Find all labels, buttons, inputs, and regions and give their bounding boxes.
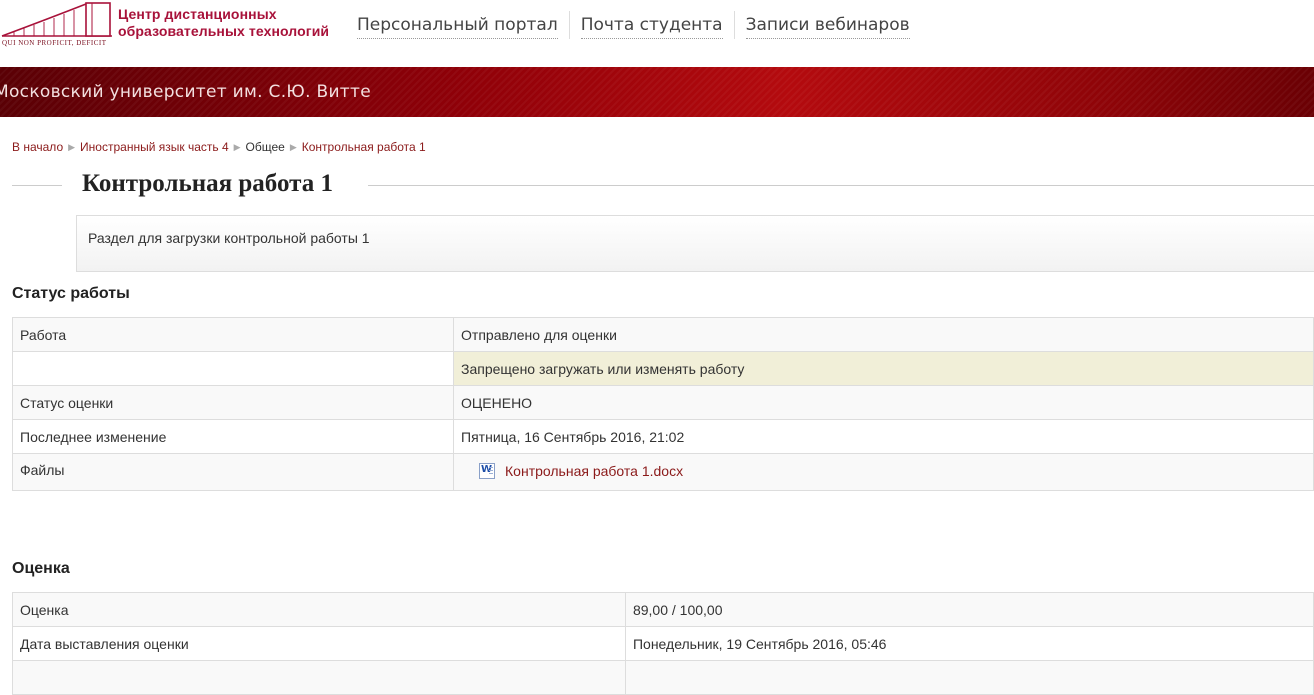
table-row: Оценка 89,00 / 100,00 (12, 592, 1314, 627)
table-row: Статус оценки ОЦЕНЕНО (11, 385, 1314, 420)
status-value-locked: Запрещено загружать или изменять работу (453, 351, 1314, 386)
breadcrumb: В начало ▶ Иностранный язык часть 4 ▶ Об… (12, 140, 426, 154)
table-row: Последнее изменение Пятница, 16 Сентябрь… (11, 419, 1314, 454)
grade-value-graded-on: Понедельник, 19 Сентябрь 2016, 05:46 (624, 626, 1314, 661)
university-name[interactable]: Московский университет им. С.Ю. Витте (0, 82, 371, 102)
heading-divider-right (368, 185, 1314, 186)
logo-title-line-1: Центр дистанционных (118, 6, 277, 22)
breadcrumb-separator-icon: ▶ (289, 141, 297, 152)
logo-title-line-2: образовательных технологий (118, 23, 330, 39)
table-row: Дата выставления оценки Понедельник, 19 … (12, 626, 1314, 661)
page-title: Контрольная работа 1 (82, 170, 333, 197)
grade-label-extra (12, 660, 626, 695)
status-label-submission: Работа (11, 317, 455, 352)
table-row: Запрещено загружать или изменять работу (11, 351, 1314, 386)
university-banner: Московский университет им. С.Ю. Витте (0, 67, 1314, 117)
grade-value-score: 89,00 / 100,00 (624, 592, 1314, 627)
status-label-grading: Статус оценки (11, 385, 455, 420)
breadcrumb-section: Общее (245, 140, 285, 154)
status-value-last-modified: Пятница, 16 Сентябрь 2016, 21:02 (453, 419, 1314, 454)
nav-personal-portal[interactable]: Персональный портал (346, 11, 570, 39)
nav-student-mail[interactable]: Почта студента (570, 11, 735, 39)
table-row: Работа Отправлено для оценки (11, 317, 1314, 352)
assignment-intro-box: Раздел для загрузки контрольной работы 1 (76, 215, 1314, 272)
heading-divider-left (12, 185, 62, 186)
submission-status-title: Статус работы (12, 285, 130, 302)
status-label-empty (11, 351, 455, 386)
status-value-submission: Отправлено для оценки (453, 317, 1314, 352)
grade-table: Оценка 89,00 / 100,00 Дата выставления о… (12, 592, 1314, 695)
grade-label-graded-on: Дата выставления оценки (12, 626, 626, 661)
breadcrumb-home[interactable]: В начало (12, 140, 63, 154)
assignment-intro-text: Раздел для загрузки контрольной работы 1 (88, 230, 370, 246)
word-document-icon (479, 462, 496, 479)
submitted-file-link[interactable]: Контрольная работа 1.docx (479, 462, 684, 479)
logo-title: Центр дистанционных образовательных техн… (118, 6, 329, 40)
top-navigation: Персональный портал Почта студента Запис… (346, 11, 921, 41)
breadcrumb-course[interactable]: Иностранный язык часть 4 (80, 140, 229, 154)
breadcrumb-assignment[interactable]: Контрольная работа 1 (302, 140, 426, 154)
grade-label-score: Оценка (12, 592, 626, 627)
submission-status-table: Работа Отправлено для оценки Запрещено з… (11, 317, 1314, 491)
grade-value-extra (624, 660, 1314, 695)
top-header: Центр дистанционных образовательных техн… (0, 0, 1314, 67)
status-value-files: Контрольная работа 1.docx (453, 453, 1314, 491)
site-logo[interactable]: Центр дистанционных образовательных техн… (0, 0, 340, 67)
grade-title: Оценка (12, 560, 70, 577)
logo-motto: QUI NON PROFICIT, DEFICIT (2, 39, 107, 47)
status-label-files: Файлы (11, 453, 455, 491)
table-row: Файлы Контрольная работа 1.docx (11, 453, 1314, 491)
status-value-grading: ОЦЕНЕНО (453, 385, 1314, 420)
nav-personal-portal-label: Персональный портал (357, 15, 558, 39)
status-label-last-modified: Последнее изменение (11, 419, 455, 454)
submitted-file-name: Контрольная работа 1.docx (505, 462, 684, 479)
nav-webinar-records[interactable]: Записи вебинаров (735, 11, 921, 39)
nav-student-mail-label: Почта студента (580, 15, 723, 39)
breadcrumb-separator-icon: ▶ (68, 141, 76, 152)
table-row (12, 660, 1314, 695)
nav-webinar-records-label: Записи вебинаров (745, 15, 910, 39)
breadcrumb-separator-icon: ▶ (233, 141, 241, 152)
